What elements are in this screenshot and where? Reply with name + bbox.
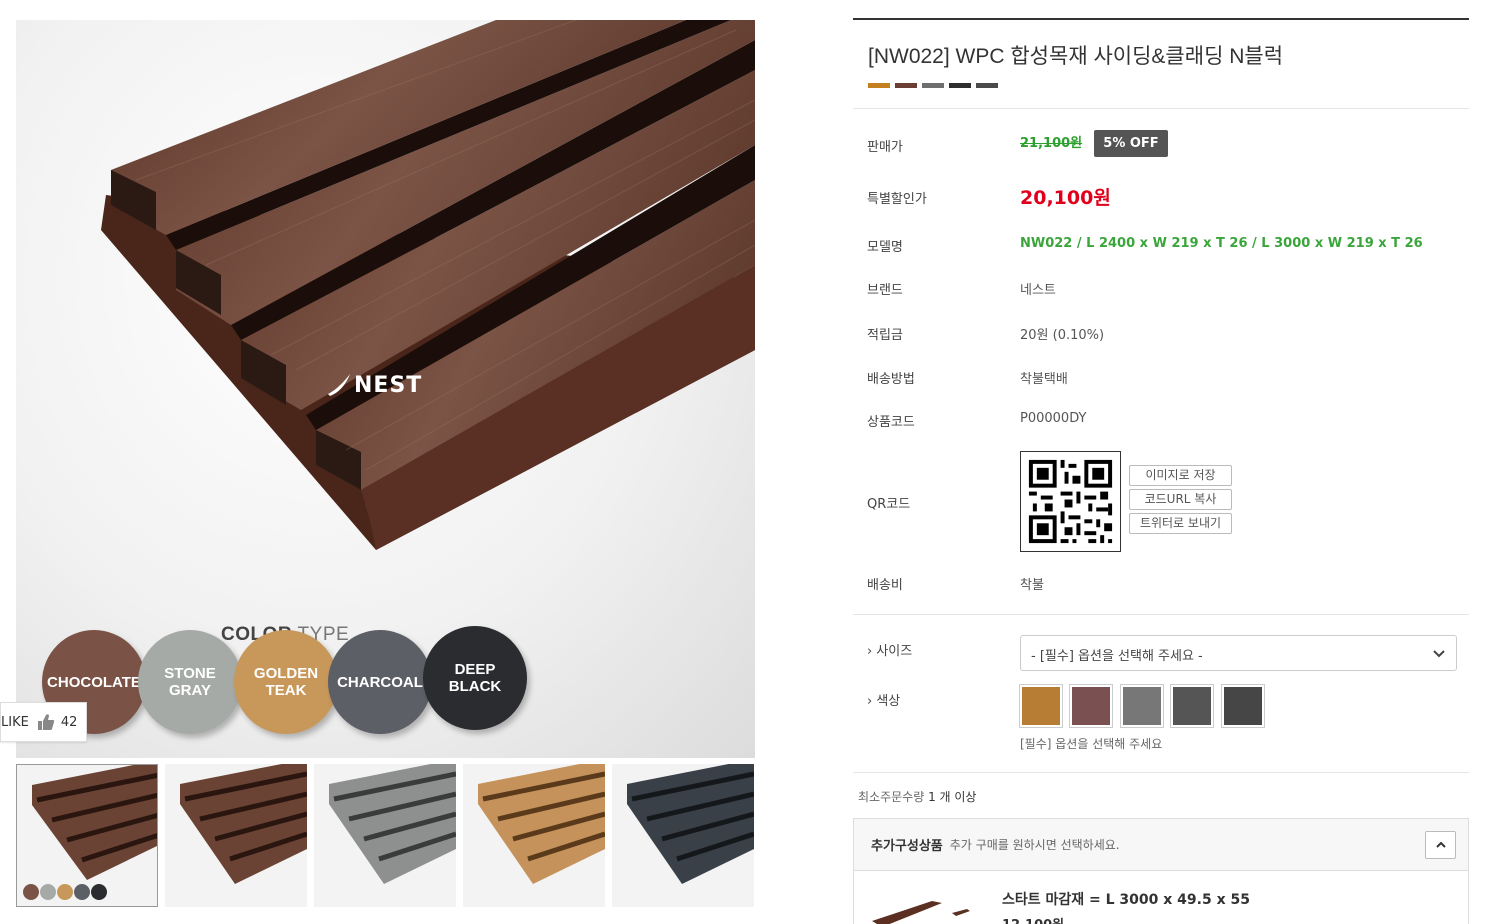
circle-chocolate-label: CHOCOLATE bbox=[47, 673, 141, 691]
addon-subtitle: 추가 구매를 원하시면 선택하세요. bbox=[949, 838, 1120, 852]
color-swatch-chocolate[interactable] bbox=[1069, 684, 1113, 728]
save-as-image-button[interactable]: 이미지로 저장 bbox=[1129, 465, 1232, 486]
color-chip bbox=[895, 83, 917, 88]
color-swatch-deep-black[interactable] bbox=[1221, 684, 1265, 728]
brand-label: 브랜드 bbox=[867, 283, 903, 298]
wing-logo-icon bbox=[328, 374, 350, 396]
thumbnail-chocolate[interactable] bbox=[165, 764, 307, 907]
circle-golden-teak-label: GOLDEN TEAK bbox=[253, 665, 319, 699]
circle-charcoal: CHARCOAL bbox=[328, 630, 432, 734]
divider bbox=[853, 614, 1469, 615]
size-select[interactable]: - [필수] 옵션을 선택해 주세요 - bbox=[1020, 635, 1457, 671]
product-code-value: P00000DY bbox=[1020, 411, 1087, 426]
qr-code-image bbox=[1021, 452, 1120, 551]
color-swatch-stone-gray[interactable] bbox=[1120, 684, 1164, 728]
discount-badge: 5% OFF bbox=[1094, 130, 1168, 157]
thumbnail-image bbox=[314, 764, 456, 907]
nest-logo: NEST bbox=[326, 372, 422, 398]
min-qty-value: 1 개 이상 bbox=[928, 790, 977, 804]
thumbnail-image bbox=[165, 764, 307, 907]
thumbnail-image bbox=[17, 765, 157, 906]
color-chip-bar bbox=[868, 83, 1469, 88]
thumbnail-golden-teak[interactable] bbox=[463, 764, 605, 907]
like-count: 42 bbox=[60, 714, 78, 730]
like-button[interactable]: LIKE 42 bbox=[0, 702, 87, 742]
addon-item-price: 12,100원 bbox=[1002, 914, 1064, 924]
size-select-value: - [필수] 옵션을 선택해 주세요 - bbox=[1031, 649, 1203, 664]
brand-value: 네스트 bbox=[1020, 283, 1056, 298]
shipping-method-value: 착불택배 bbox=[1020, 372, 1068, 387]
divider bbox=[853, 108, 1469, 109]
price-label: 판매가 bbox=[867, 140, 903, 155]
color-swatch-charcoal[interactable] bbox=[1170, 684, 1214, 728]
addon-product-image bbox=[872, 901, 970, 924]
circle-deep-black-label: DEEP BLACK bbox=[448, 661, 502, 695]
thumbnail-deep-black[interactable] bbox=[612, 764, 754, 907]
chevron-down-icon bbox=[1433, 650, 1445, 658]
circle-stone-gray: STONE GRAY bbox=[138, 630, 242, 734]
chevron-up-icon bbox=[1435, 841, 1446, 848]
model-value: NW022 / L 2400 x W 219 x T 26 / L 3000 x… bbox=[1020, 236, 1423, 251]
product-page: NEST COLOR TYPE CHOCOLATE STONE GRAY GOL… bbox=[0, 0, 1500, 924]
addon-collapse-button[interactable] bbox=[1425, 831, 1456, 859]
like-label: LIKE bbox=[1, 714, 29, 730]
color-option-label: › 색상 bbox=[867, 694, 901, 709]
copy-code-url-button[interactable]: 코드URL 복사 bbox=[1129, 489, 1232, 510]
sale-price: 20,100원 bbox=[1020, 187, 1111, 209]
thumbnail-chocolate-colortype[interactable] bbox=[16, 764, 158, 907]
color-chip bbox=[922, 83, 944, 88]
shipping-method-label: 배송방법 bbox=[867, 372, 915, 387]
product-code-label: 상품코드 bbox=[867, 415, 915, 430]
circle-charcoal-label: CHARCOAL bbox=[337, 673, 423, 691]
product-info-panel: [NW022] WPC 합성목재 사이딩&클래딩 N블럭 판매가 21,100원… bbox=[853, 18, 1469, 924]
top-rule bbox=[853, 18, 1469, 20]
points-label: 적립금 bbox=[867, 328, 903, 343]
addon-products-panel: 추가구성상품 추가 구매를 원하시면 선택하세요. 스타트 마감재 = L 30… bbox=[853, 818, 1469, 924]
min-qty-label: 최소주문수량 bbox=[858, 790, 925, 804]
points-value: 20원 (0.10%) bbox=[1020, 328, 1105, 343]
addon-title: 추가구성상품 bbox=[871, 839, 943, 854]
nest-logo-text: NEST bbox=[354, 372, 423, 398]
qr-label: QR코드 bbox=[867, 497, 911, 512]
divider bbox=[853, 772, 1469, 773]
color-swatch-golden-teak[interactable] bbox=[1019, 684, 1063, 728]
qr-code bbox=[1020, 451, 1121, 552]
sale-price-label: 특별할인가 bbox=[867, 192, 927, 207]
thumbnail-stone-gray[interactable] bbox=[314, 764, 456, 907]
thumbs-up-icon bbox=[37, 714, 55, 730]
min-order-quantity: 최소주문수량 1 개 이상 bbox=[858, 788, 976, 805]
thumbnail-image bbox=[463, 764, 605, 907]
product-title: [NW022] WPC 합성목재 사이딩&클래딩 N블럭 bbox=[868, 45, 1284, 68]
thumbnail-image bbox=[612, 764, 754, 907]
main-product-image[interactable]: NEST COLOR TYPE CHOCOLATE STONE GRAY GOL… bbox=[16, 20, 755, 758]
shipping-fee-label: 배송비 bbox=[867, 578, 903, 593]
color-chip bbox=[868, 83, 890, 88]
size-option-label: › 사이즈 bbox=[867, 644, 913, 659]
shipping-fee-value: 착불 bbox=[1020, 578, 1044, 593]
addon-header: 추가구성상품 추가 구매를 원하시면 선택하세요. bbox=[854, 819, 1468, 871]
thumbnail-strip bbox=[16, 764, 755, 909]
addon-item-name[interactable]: 스타트 마감재 = L 3000 x 49.5 x 55 bbox=[1002, 889, 1250, 909]
price-value: 21,100원 5% OFF bbox=[1020, 130, 1168, 157]
original-price: 21,100원 bbox=[1020, 136, 1083, 151]
color-chip bbox=[976, 83, 998, 88]
circle-deep-black: DEEP BLACK bbox=[423, 626, 527, 730]
circle-stone-gray-label: STONE GRAY bbox=[164, 665, 216, 699]
send-to-twitter-button[interactable]: 트위터로 보내기 bbox=[1129, 513, 1232, 534]
circle-golden-teak: GOLDEN TEAK bbox=[234, 630, 338, 734]
option-required-hint: [필수] 옵션을 선택해 주세요 bbox=[1020, 737, 1163, 751]
model-label: 모델명 bbox=[867, 240, 903, 255]
color-chip bbox=[949, 83, 971, 88]
